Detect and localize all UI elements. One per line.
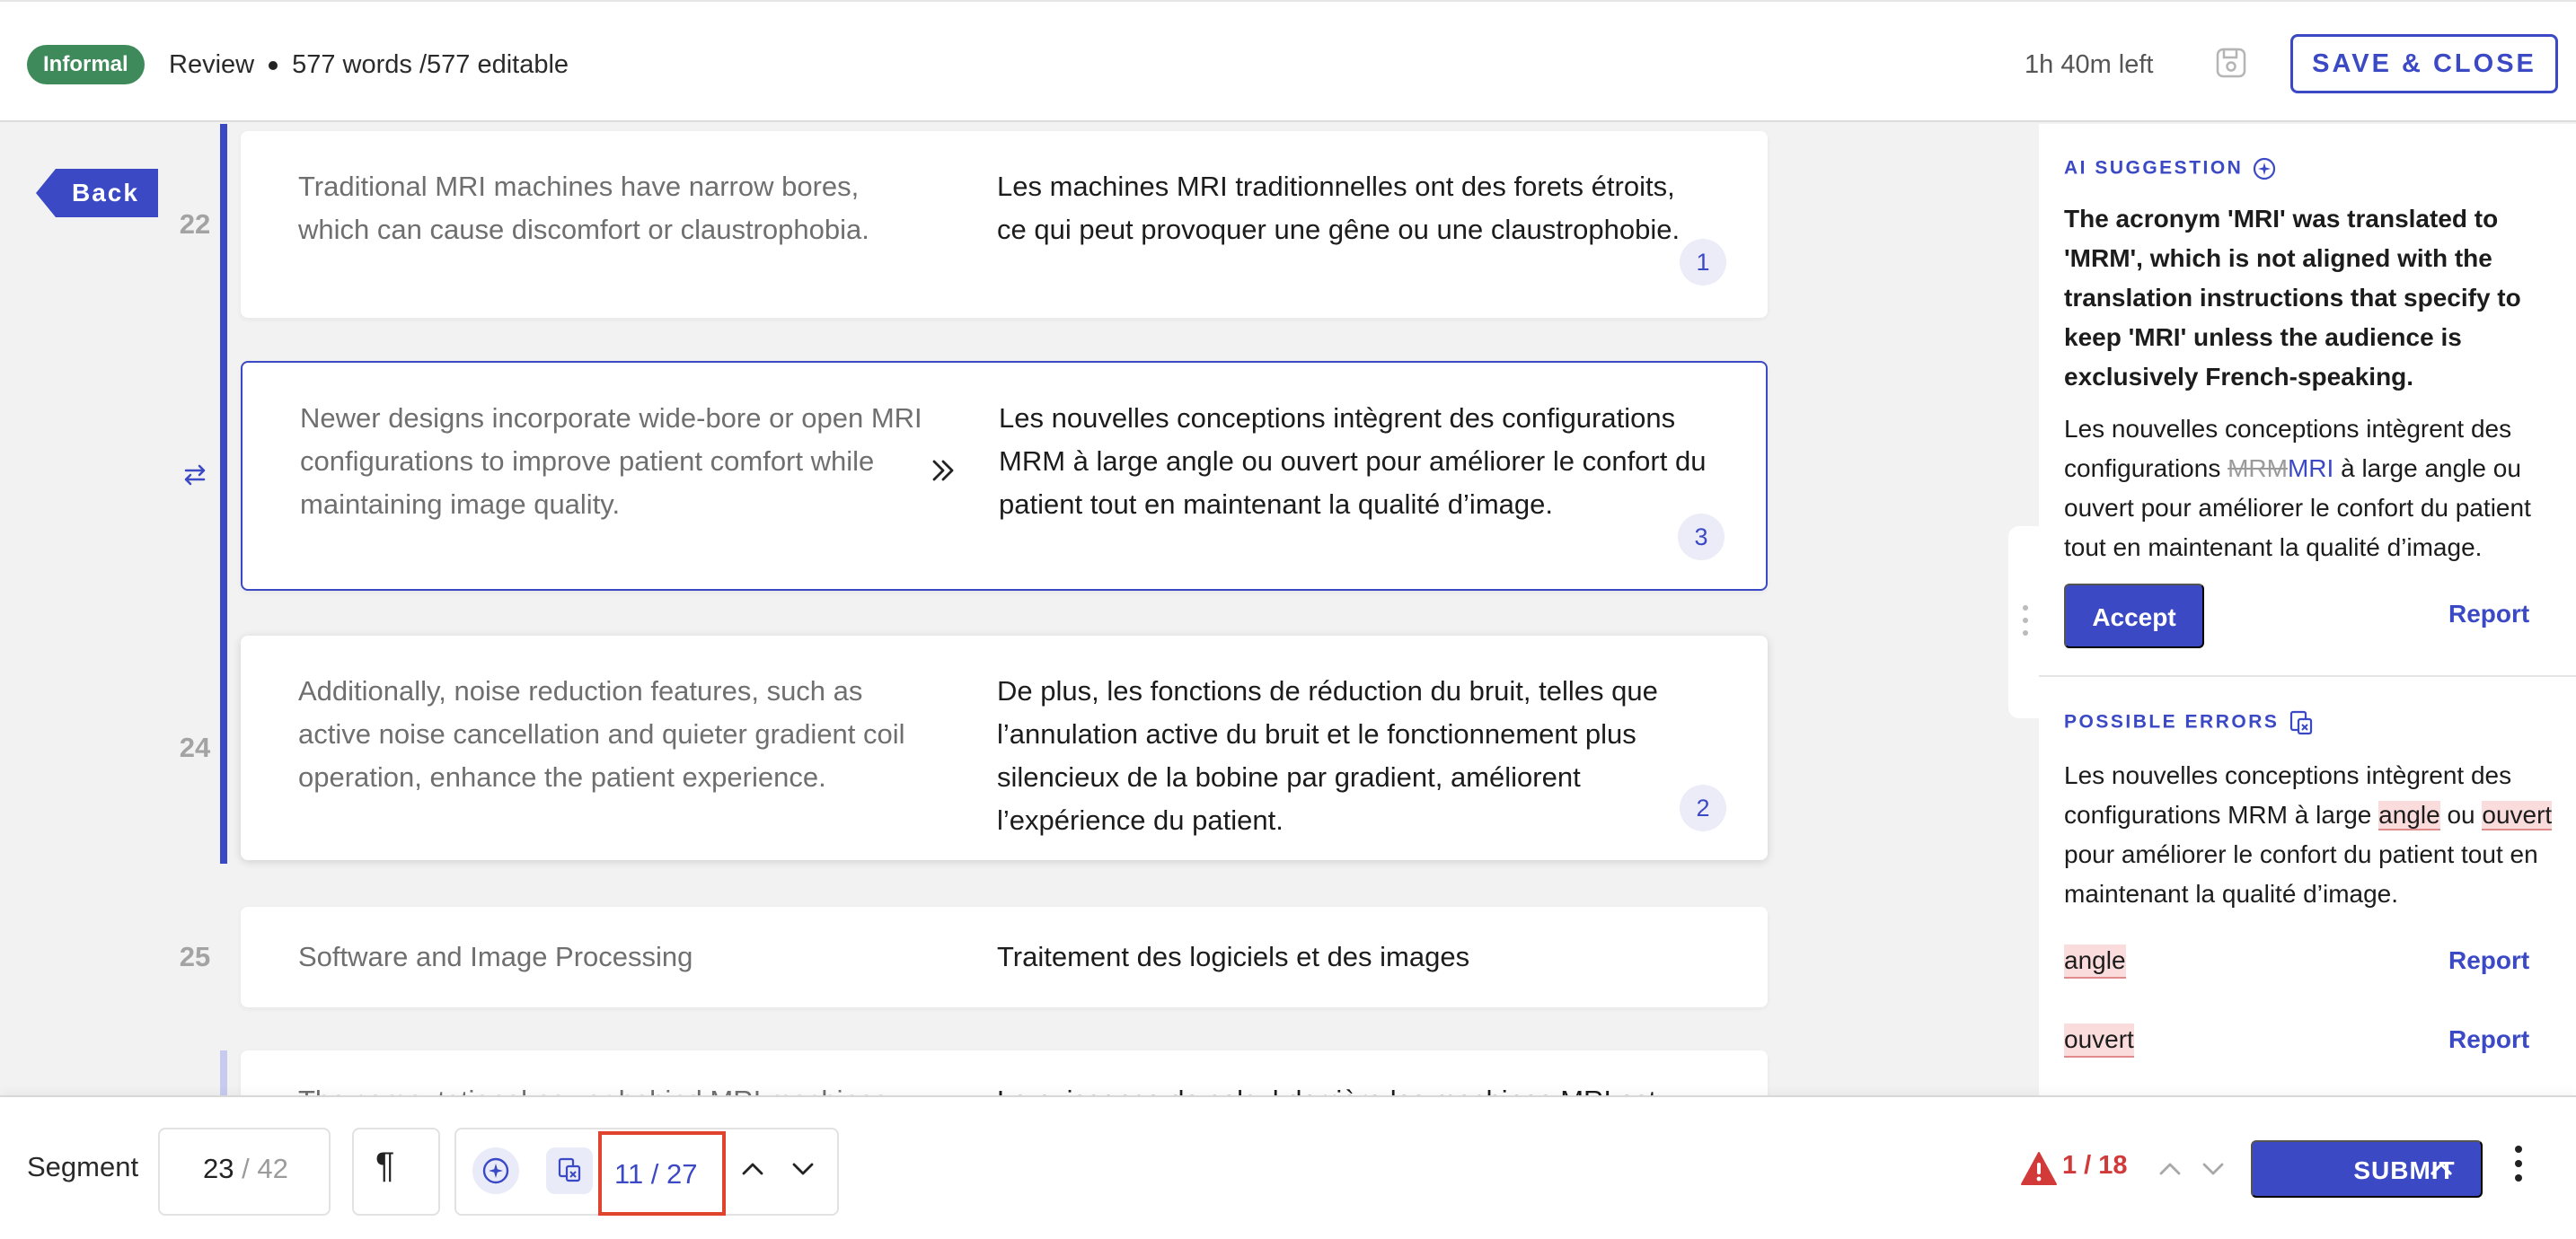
warning-icon [2021, 1152, 2057, 1185]
source-text: Newer designs incorporate wide-bore or o… [300, 402, 922, 520]
ai-explanation: The acronym 'MRI' was translated to 'MRM… [2064, 205, 2521, 391]
chevron-up-icon[interactable] [737, 1153, 769, 1185]
mode-label: Review [169, 50, 255, 79]
separator-dot [269, 61, 278, 71]
segment-card[interactable]: Additionally, noise reduction features, … [241, 636, 1768, 860]
chevron-down-icon[interactable] [787, 1153, 819, 1185]
double-chevron-right-icon[interactable] [927, 454, 959, 487]
segment-card[interactable]: Software and Image Processing Traitement… [241, 907, 1768, 1007]
save-close-button[interactable]: SAVE & CLOSE [2290, 34, 2558, 93]
pilcrow-icon[interactable]: ¶ [375, 1146, 394, 1186]
error-item-word: ouvert [2064, 1024, 2134, 1058]
inserted-term: MRI [2287, 454, 2334, 482]
chevron-up-icon[interactable] [2425, 1153, 2457, 1185]
issue-count: 1 [1680, 239, 1726, 286]
panel-divider [2039, 675, 2576, 677]
report-button[interactable]: Report [2448, 1025, 2529, 1054]
tone-badge: Informal [27, 45, 145, 84]
error-item-word: angle [2064, 945, 2126, 979]
source-text: Software and Image Processing [298, 941, 693, 972]
segment-number: 22 [179, 208, 211, 240]
swap-icon[interactable] [180, 460, 210, 490]
error-text: Les nouvelles conceptions intègrent des … [2064, 761, 2553, 908]
segment-number: 25 [179, 941, 211, 972]
ai-filter-button[interactable] [472, 1147, 519, 1194]
segment-label: Segment [27, 1151, 139, 1182]
pilcrow-button[interactable] [352, 1128, 440, 1216]
target-text[interactable]: Traitement des logiciels et des images [997, 936, 1707, 979]
active-group-bar [220, 124, 227, 864]
time-left: 1h 40m left [2025, 50, 2154, 79]
word-count: 577 words /577 editable [292, 50, 569, 79]
kebab-icon[interactable] [2515, 1146, 2524, 1189]
report-button[interactable]: Report [2448, 946, 2529, 975]
possible-errors-heading: POSSIBLE ERRORS [2064, 709, 2315, 736]
target-text[interactable]: Les nouvelles conceptions intègrent des … [999, 397, 1708, 526]
error-filter-button[interactable] [546, 1147, 593, 1194]
chevron-down-icon[interactable] [2197, 1153, 2229, 1185]
issue-count: 3 [1678, 514, 1725, 560]
segment-number: 24 [179, 732, 211, 763]
segment-counter: 23 / 42 [203, 1153, 288, 1184]
report-button[interactable]: Report [2448, 600, 2529, 628]
segment-card-active[interactable]: Newer designs incorporate wide-bore or o… [241, 361, 1768, 591]
error-doc-icon [2290, 710, 2313, 735]
chevron-up-icon[interactable] [2154, 1153, 2186, 1185]
flagged-word: angle [2378, 801, 2440, 830]
ai-sparkle-icon [2254, 157, 2276, 180]
review-info: Review 577 words /577 editable [169, 47, 569, 83]
save-icon[interactable] [2213, 45, 2249, 81]
error-counter: 11 / 27 [598, 1131, 726, 1216]
ai-suggested-text: Les nouvelles conceptions intègrent des … [2064, 415, 2531, 561]
segment-card[interactable]: Traditional MRI machines have narrow bor… [241, 131, 1768, 318]
ai-sparkle-icon [482, 1157, 509, 1184]
deleted-term: MRM [2228, 454, 2288, 482]
target-text[interactable]: Les machines MRI traditionnelles ont des… [997, 165, 1707, 251]
accept-button[interactable]: Accept [2064, 584, 2204, 648]
source-text: Traditional MRI machines have narrow bor… [298, 171, 869, 245]
source-text: Additionally, noise reduction features, … [298, 675, 905, 793]
top-bar: Informal Review 577 words /577 editable 1… [0, 0, 2576, 122]
group-bar [220, 1050, 227, 1097]
back-button[interactable]: Back [36, 169, 158, 217]
ai-suggestion-heading: AI SUGGESTION [2064, 156, 2277, 181]
error-doc-icon [558, 1157, 581, 1182]
warning-count[interactable]: 1 / 18 [2062, 1151, 2128, 1181]
flagged-word: ouvert [2482, 801, 2553, 830]
issue-count: 2 [1680, 785, 1726, 831]
target-text[interactable]: De plus, les fonctions de réduction du b… [997, 670, 1707, 842]
